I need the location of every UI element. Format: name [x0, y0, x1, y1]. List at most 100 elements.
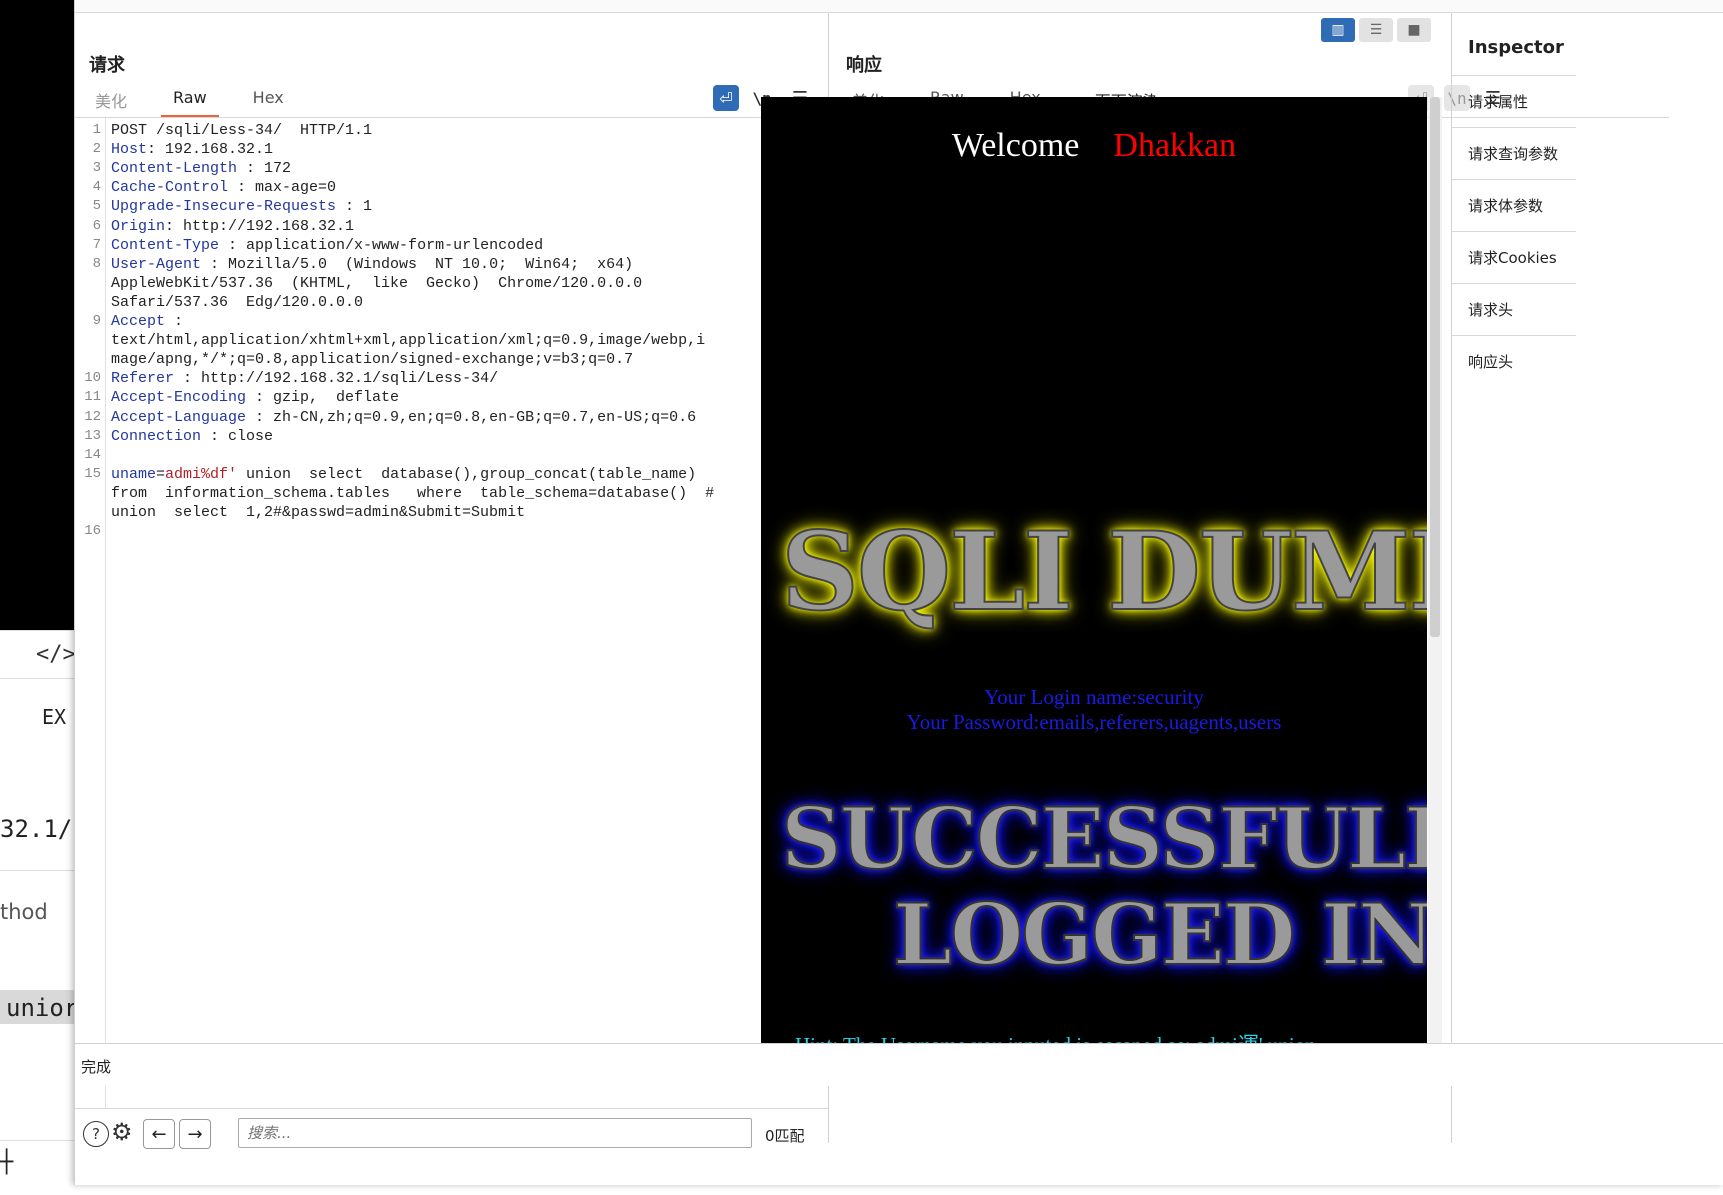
line-number: 6	[92, 217, 101, 234]
split-rows-icon[interactable]: ☰	[1359, 18, 1393, 42]
request-tabs: 美化 Raw Hex	[83, 88, 318, 118]
request-tab-raw[interactable]: Raw	[161, 88, 219, 118]
code-token: : max-age=0	[228, 179, 337, 197]
code-text: Connection : close	[111, 426, 273, 447]
status-text: 完成	[81, 1058, 112, 1076]
inspector-item[interactable]: 请求Cookies	[1452, 231, 1576, 283]
line-number: 8	[92, 255, 101, 272]
inspector-item[interactable]: 请求查询参数	[1452, 127, 1576, 179]
request-editor[interactable]: 1 POST /sqli/Less-34/ HTTP/1.1 2 Host: 192.…	[75, 118, 828, 1108]
code-token: Origin	[111, 217, 166, 235]
background-app-union-fragment: unior	[6, 994, 74, 1022]
code-token: admi%df'	[165, 465, 238, 483]
logged-in-banner: LOGGED IN	[892, 884, 1427, 985]
line-number: 16	[84, 523, 101, 540]
code-token: Content-Length	[111, 160, 238, 178]
split-columns-icon[interactable]: ▥	[1321, 18, 1355, 42]
user-name-text: Dhakkan	[1113, 127, 1237, 164]
line-number: 2	[92, 141, 101, 158]
code-token: text/html,application/xhtml+xml,applicat…	[111, 332, 706, 350]
search-bar: ? ⚙ ← → 0匹配	[75, 1108, 828, 1157]
gear-icon[interactable]: ⚙	[111, 1118, 133, 1146]
line-number: 10	[84, 370, 101, 387]
request-tab-hex[interactable]: Hex	[241, 88, 296, 118]
code-text: text/html,application/xhtml+xml,applicat…	[111, 330, 705, 351]
inspector-item[interactable]: 响应头	[1452, 335, 1576, 387]
code-text: Accept-Language : zh-CN,zh;q=0.9,en;q=0.…	[111, 407, 696, 428]
code-token: union select database(),group_concat(tab…	[237, 465, 697, 483]
background-app-url-fragment: 32.1/s	[0, 815, 74, 843]
match-count: 0匹配	[765, 1127, 805, 1145]
login-name-text: Your Login name:security	[984, 685, 1204, 709]
code-text: Accept :	[111, 311, 183, 332]
line-number: 1	[92, 122, 101, 138]
divider	[0, 630, 74, 631]
code-token: : Mozilla/5.0 (Windows NT 10.0; Win64; x…	[201, 255, 634, 273]
line-number: 13	[84, 427, 101, 444]
code-token: Accept-Language	[111, 408, 247, 426]
code-token: =	[156, 465, 166, 483]
code-text: Content-Length : 172	[111, 158, 291, 179]
code-token: User-Agent	[111, 255, 202, 273]
inspector-item[interactable]: 请求体参数	[1452, 179, 1576, 231]
successfully-banner: SUCCESSFULLY	[780, 788, 1427, 889]
code-token: union select 1,2#&passwd=admin&Submit=Su…	[111, 504, 526, 521]
wrap-icon[interactable]: ⏎	[713, 85, 739, 111]
scrollbar-thumb[interactable]	[1430, 97, 1440, 637]
code-token: mage/apng,*/*;q=0.8,application/signed-e…	[111, 351, 634, 369]
code-token: Content-Type	[111, 236, 220, 254]
inspector-item[interactable]: 请求头	[1452, 283, 1576, 335]
hint-text: Hint: The Username you inputed is escape…	[795, 1029, 1316, 1043]
divider	[0, 870, 74, 871]
divider	[0, 678, 74, 679]
arrow-right-icon[interactable]: →	[179, 1119, 211, 1149]
code-token: : 172	[237, 160, 292, 178]
code-text: union select 1,2#&passwd=admin&Submit=Su…	[111, 502, 525, 523]
code-token: : application/x-www-form-urlencoded	[219, 236, 544, 254]
request-pane: 请求 美化 Raw Hex ⏎ \n ☰ 1POST /sqli/Less-34…	[75, 13, 829, 1157]
top-bar	[75, 0, 1723, 13]
code-text: Safari/537.36 Edg/120.0.0.0	[111, 292, 363, 313]
code-token: Connection	[111, 427, 202, 445]
code-token: AppleWebKit/537.36 (KHTML, like Gecko) C…	[111, 274, 643, 292]
line-number: 12	[84, 408, 101, 425]
request-title: 请求	[89, 55, 125, 76]
single-pane-icon[interactable]: ■	[1397, 18, 1431, 42]
repeater-window: 请求 美化 Raw Hex ⏎ \n ☰ 1POST /sqli/Less-34…	[74, 0, 1723, 1185]
response-title: 响应	[846, 55, 882, 76]
inspector-item[interactable]: 请求属性	[1452, 75, 1576, 127]
inspector-title: Inspector	[1468, 37, 1564, 58]
render-scrollbar[interactable]	[1428, 97, 1442, 1043]
code-token: Referer	[111, 370, 175, 388]
code-icon[interactable]: </>	[36, 642, 74, 667]
code-text: Host: 192.168.32.1	[111, 139, 273, 160]
background-app-dark-area	[0, 0, 74, 630]
line-number: 4	[92, 179, 101, 196]
code-token: Safari/537.36 Edg/120.0.0.0	[111, 293, 364, 311]
help-icon[interactable]: ?	[83, 1121, 109, 1147]
code-text: Upgrade-Insecure-Requests : 1	[111, 196, 372, 217]
search-input[interactable]	[238, 1118, 752, 1148]
code-token: from information_schema.tables where tab…	[111, 484, 715, 502]
arrow-left-icon[interactable]: ←	[143, 1119, 175, 1149]
code-text: Content-Type : application/x-www-form-ur…	[111, 235, 543, 256]
sqli-dumb-banner: SQLI DUMB SERIES	[780, 508, 1427, 636]
code-token: POST /sqli/Less-34/ HTTP/1.1	[111, 122, 373, 139]
layout-buttons: ▥ ☰ ■	[1321, 18, 1435, 42]
code-token: : 1	[336, 198, 373, 216]
code-token: Upgrade-Insecure-Requests	[111, 198, 337, 216]
line-number: 11	[84, 389, 101, 406]
code-token: : 192.168.32.1	[147, 141, 274, 159]
code-token: : http://192.168.32.1/sqli/Less-34/	[174, 370, 499, 388]
status-bar: 完成	[75, 1043, 1723, 1086]
background-app: </> EX 32.1/s thod unior ┼	[0, 0, 74, 1195]
request-tab-pretty[interactable]: 美化	[83, 88, 139, 118]
code-token: : close	[201, 427, 274, 445]
background-app-label: EX	[42, 705, 67, 729]
code-token: : http://192.168.32.1	[165, 217, 355, 235]
code-text: uname=admi%df' union select database(),g…	[111, 464, 696, 485]
code-text: Cache-Control : max-age=0	[111, 177, 336, 198]
code-text: Accept-Encoding : gzip, deflate	[111, 387, 399, 408]
line-number: 3	[92, 160, 101, 177]
code-token: : zh-CN,zh;q=0.9,en;q=0.8,en-GB;q=0.7,en…	[246, 408, 697, 426]
